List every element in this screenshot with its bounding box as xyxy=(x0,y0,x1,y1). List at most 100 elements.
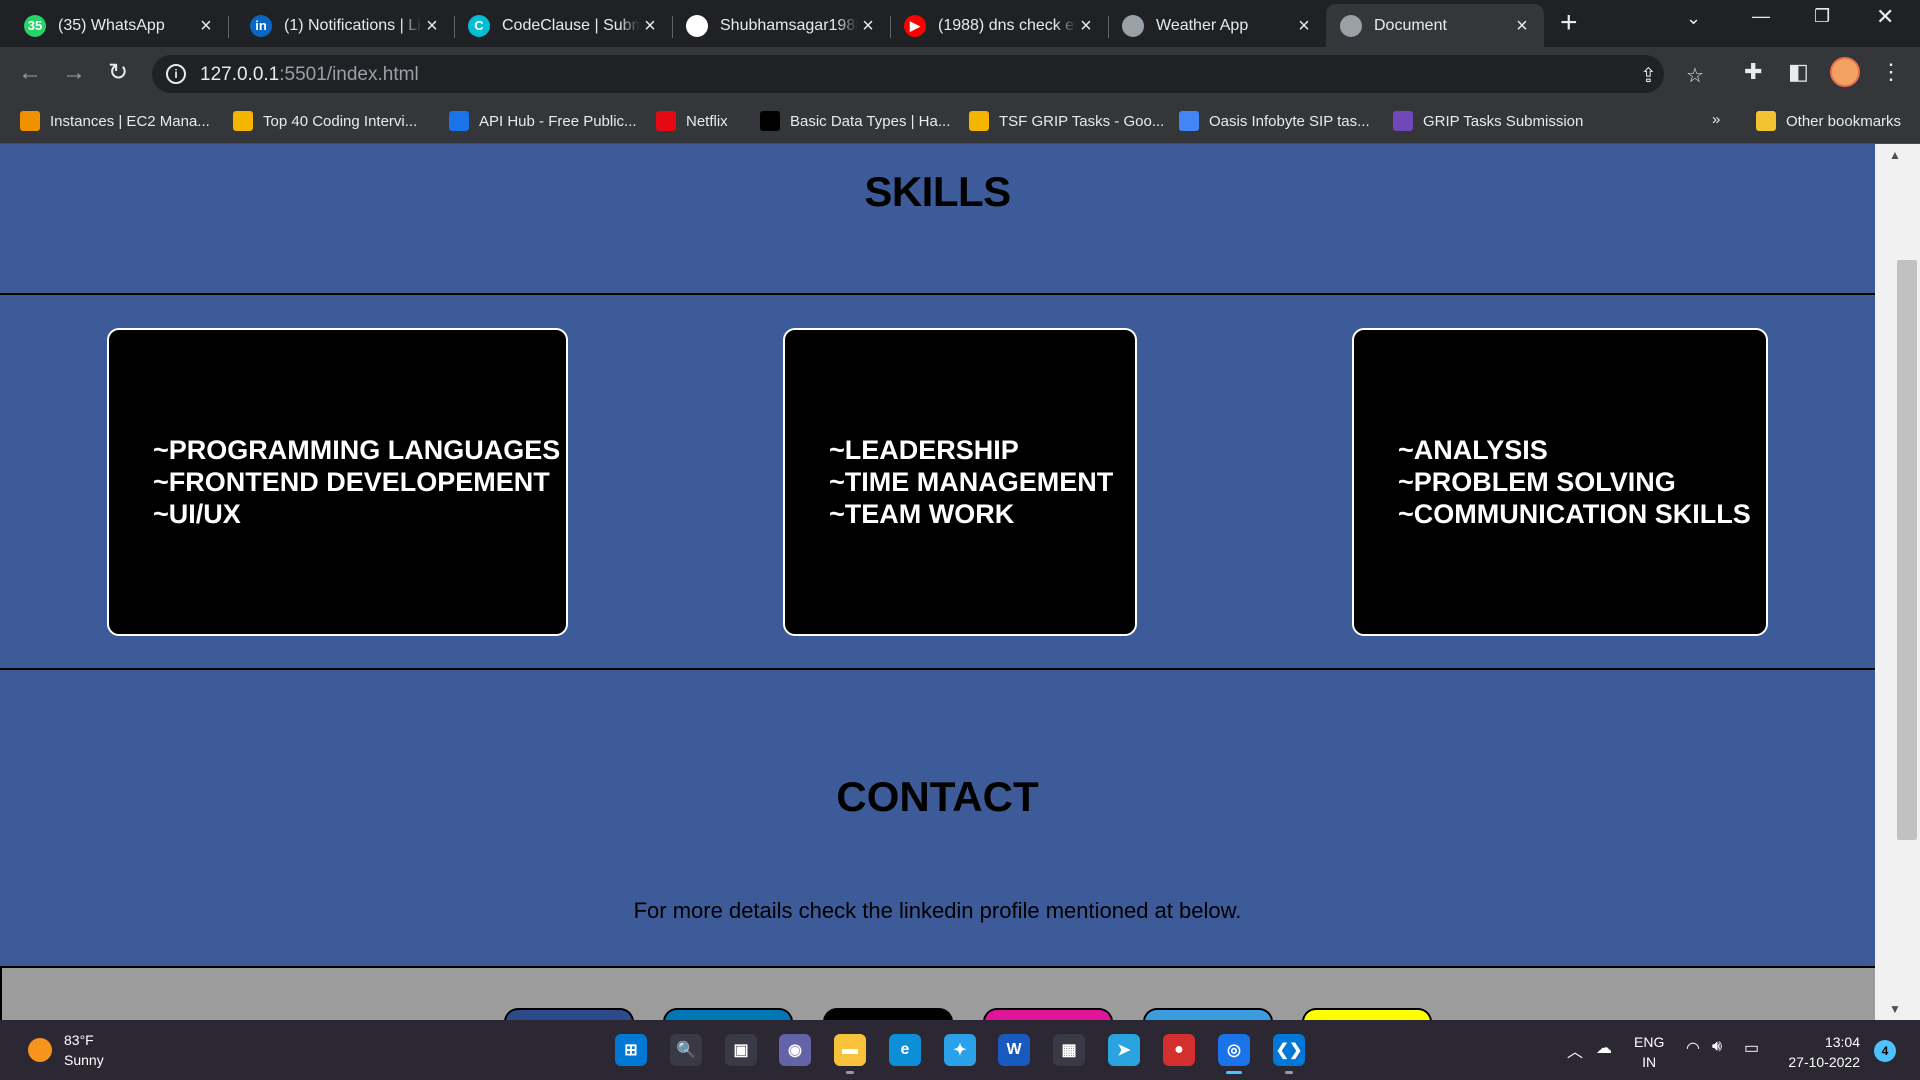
task-view-icon[interactable]: ▣ xyxy=(725,1034,757,1066)
share-icon[interactable]: ⇪ xyxy=(1640,63,1657,88)
new-tab-button[interactable]: + xyxy=(1560,8,1578,38)
notification-badge[interactable]: 4 xyxy=(1874,1040,1896,1062)
telegram-icon[interactable]: ➤ xyxy=(1108,1034,1140,1066)
close-tab-icon[interactable]: × xyxy=(640,16,660,36)
bookmark-item[interactable]: Netflix xyxy=(656,111,728,131)
site-info-icon[interactable]: i xyxy=(166,64,186,84)
vscode-icon[interactable]: ❮❯ xyxy=(1273,1034,1305,1074)
scroll-down-arrow[interactable]: ▼ xyxy=(1889,1002,1901,1016)
minimize-icon[interactable]: — xyxy=(1752,6,1770,27)
back-button[interactable]: ← xyxy=(18,59,42,87)
close-tab-icon[interactable]: × xyxy=(1076,16,1096,36)
weather-description[interactable]: Sunny xyxy=(64,1052,104,1068)
browser-tab[interactable]: Weather App × xyxy=(1108,4,1327,47)
system-clock[interactable]: 13:04 27-10-2022 xyxy=(1780,1032,1860,1072)
menu-icon[interactable]: ⋮ xyxy=(1880,59,1902,85)
bookmark-star-icon[interactable]: ☆ xyxy=(1686,63,1704,88)
twitter-button[interactable] xyxy=(663,1008,793,1020)
bookmark-label: API Hub - Free Public... xyxy=(479,112,637,130)
contact-heading: CONTACT xyxy=(836,773,1039,820)
linkedin-icon: in xyxy=(250,14,272,37)
wifi-icon[interactable]: ◠ xyxy=(1686,1038,1700,1058)
close-tab-icon[interactable]: × xyxy=(1294,16,1314,36)
other-bookmarks-folder[interactable]: Other bookmarks xyxy=(1756,111,1901,131)
bookmark-item[interactable]: API Hub - Free Public... xyxy=(449,111,637,131)
skill-item: ~TIME MANAGEMENT xyxy=(829,467,1114,497)
profile-avatar[interactable] xyxy=(1830,57,1860,87)
bookmark-item[interactable]: Basic Data Types | Ha... xyxy=(760,111,950,131)
restore-icon[interactable]: ❐ xyxy=(1814,6,1830,27)
page-scrollbar[interactable]: ▲ ▼ xyxy=(1875,144,1920,1020)
close-window-icon[interactable]: ✕ xyxy=(1876,4,1894,30)
close-tab-icon[interactable]: × xyxy=(422,16,442,36)
start-icon[interactable]: ⊞ xyxy=(615,1034,647,1066)
browser-toolbar: ← → ↻ i 127.0.0.1:5501/index.html ⇪ ☆ ✚ … xyxy=(0,47,1920,100)
teams-chat-icon[interactable]: ◉ xyxy=(779,1034,811,1066)
show-hidden-icons[interactable]: ︿ xyxy=(1567,1038,1583,1062)
volume-icon[interactable]: 🔊︎ xyxy=(1712,1038,1722,1056)
browser-tab[interactable]: Document × xyxy=(1326,4,1544,47)
bookmark-item[interactable]: Instances | EC2 Mana... xyxy=(20,111,210,131)
skill-item: ~LEADERSHIP xyxy=(829,435,1019,465)
skill-item: ~UI/UX xyxy=(153,499,241,529)
input-language[interactable]: ENG IN xyxy=(1634,1032,1664,1072)
file-explorer-icon[interactable]: ▬ xyxy=(834,1034,866,1074)
bookmark-item[interactable]: GRIP Tasks Submission xyxy=(1393,111,1583,131)
hackerrank-icon xyxy=(760,111,780,131)
weather-temperature[interactable]: 83°F xyxy=(64,1032,94,1048)
edge-icon[interactable]: e xyxy=(889,1034,921,1066)
tab-title: Shubhamsagar1988 xyxy=(720,16,858,34)
tab-search-icon[interactable]: ⌄ xyxy=(1686,8,1701,29)
skills-heading: SKILLS xyxy=(864,168,1011,215)
forward-button[interactable]: → xyxy=(62,59,86,87)
weather-sun-icon[interactable] xyxy=(28,1038,52,1062)
search-icon[interactable]: 🔍 xyxy=(670,1034,702,1066)
bookmark-item[interactable]: TSF GRIP Tasks - Goo... xyxy=(969,111,1164,131)
close-tab-icon[interactable]: × xyxy=(196,16,216,36)
instagram-button[interactable] xyxy=(983,1008,1113,1020)
word-icon[interactable]: W xyxy=(998,1034,1030,1066)
extensions-icon[interactable]: ✚ xyxy=(1744,59,1762,85)
linkedin-button[interactable] xyxy=(504,1008,634,1020)
tab-title: CodeClause | Submit xyxy=(502,16,640,34)
bookmark-label: Netflix xyxy=(686,112,728,130)
scroll-thumb[interactable] xyxy=(1897,260,1917,840)
telegram-button[interactable] xyxy=(1143,1008,1273,1020)
section-divider xyxy=(0,668,1875,670)
tab-strip: 35 (35) WhatsApp × in (1) Notifications | Li… xyxy=(0,0,1920,47)
browser-tab[interactable]: ▶ (1988) dns check error× xyxy=(890,4,1109,47)
bookmarks-overflow-button[interactable]: » xyxy=(1712,111,1720,128)
battery-icon[interactable]: ▭ xyxy=(1744,1038,1759,1058)
close-tab-icon[interactable]: × xyxy=(858,16,878,36)
onedrive-icon[interactable]: ☁ xyxy=(1596,1038,1612,1058)
github-button[interactable] xyxy=(823,1008,953,1020)
store-icon[interactable]: ▦ xyxy=(1053,1034,1085,1066)
close-tab-icon[interactable]: × xyxy=(1512,16,1532,36)
browser-tab[interactable]: in (1) Notifications | LinkedIn× xyxy=(236,4,455,47)
bookmark-item[interactable]: Top 40 Coding Intervi... xyxy=(233,111,417,131)
globe-icon xyxy=(1122,14,1144,37)
bookmark-item[interactable]: Oasis Infobyte SIP tas... xyxy=(1179,111,1370,131)
photos-icon[interactable]: ✦ xyxy=(944,1034,976,1066)
scroll-up-arrow[interactable]: ▲ xyxy=(1889,148,1901,162)
browser-tab[interactable]: Shubhamsagar1988 × xyxy=(672,4,891,47)
skill-card: ~PROGRAMMING LANGUAGES ~FRONTEND DEVELOPE… xyxy=(107,328,568,636)
recorder-icon[interactable]: ● xyxy=(1163,1034,1195,1066)
side-panel-icon[interactable]: ◧ xyxy=(1788,59,1809,85)
chrome-icon[interactable]: ◎ xyxy=(1218,1034,1250,1074)
bookmarks-bar: » Other bookmarks Instances | EC2 Mana..… xyxy=(0,100,1920,144)
slides-icon xyxy=(969,111,989,131)
browser-tab[interactable]: C CodeClause | Submit × xyxy=(454,4,673,47)
url-text[interactable]: 127.0.0.1:5501/index.html xyxy=(200,64,419,86)
browser-tab[interactable]: 35 (35) WhatsApp × xyxy=(10,4,229,47)
bookmark-label: Top 40 Coding Intervi... xyxy=(263,112,418,130)
address-bar[interactable]: i 127.0.0.1:5501/index.html ⇪ ☆ xyxy=(152,55,1704,93)
running-indicator xyxy=(1226,1071,1242,1074)
netflix-icon xyxy=(656,111,676,131)
snapchat-button[interactable] xyxy=(1302,1008,1432,1020)
globe-icon xyxy=(1340,14,1362,37)
skill-card: ~LEADERSHIP ~TIME MANAGEMENT ~TEAM WORK xyxy=(783,328,1137,636)
bookmark-label: Oasis Infobyte SIP tas... xyxy=(1209,112,1370,130)
reload-button[interactable]: ↻ xyxy=(108,59,128,87)
youtube-icon: ▶ xyxy=(904,14,926,37)
